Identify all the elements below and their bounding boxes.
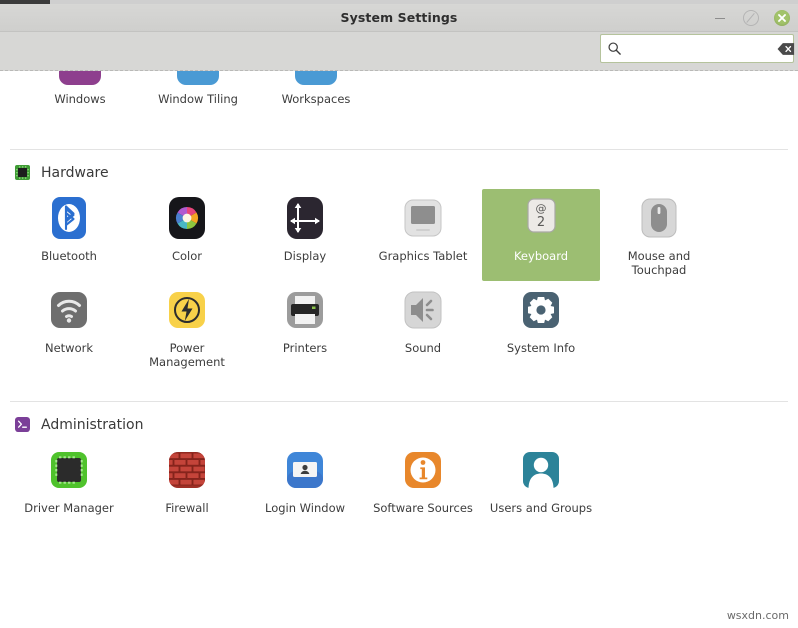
driver-manager-icon: [46, 447, 92, 493]
cutoff-icon-clip: [261, 71, 371, 85]
watermark: wsxdn.com: [726, 609, 789, 622]
system-info-icon: [518, 287, 564, 333]
cut-off-row: Windows Window Tiling Workspaces: [0, 71, 798, 119]
settings-item-label: Graphics Tablet: [378, 249, 468, 263]
firewall-icon: [164, 447, 210, 493]
settings-item-users-and-groups[interactable]: Users and Groups: [482, 441, 600, 519]
system-settings-window: System Settings Windows Window Tiling Wo…: [0, 4, 798, 628]
settings-item-label: Mouse and Touchpad: [627, 249, 691, 277]
app-icon: [177, 71, 219, 85]
section-title: Administration: [41, 416, 144, 433]
printer-icon: [282, 287, 328, 333]
settings-item-label: Printers: [282, 341, 328, 355]
sections-container: Hardware Bluetooth Color Display Graphic…: [0, 71, 798, 519]
display-icon: [282, 195, 328, 241]
settings-item-display[interactable]: Display: [246, 189, 364, 281]
settings-item-software-sources[interactable]: Software Sources: [364, 441, 482, 519]
svg-text:2: 2: [537, 215, 545, 230]
network-icon: [46, 287, 92, 333]
settings-item-label: Color: [171, 249, 203, 263]
window-controls: [712, 4, 790, 31]
section-title: Hardware: [41, 164, 109, 181]
chip-icon: [14, 164, 31, 181]
terminal-icon: [14, 416, 31, 433]
settings-item-network[interactable]: Network: [10, 281, 128, 373]
keyboard-icon: @ 2: [518, 195, 564, 241]
titlebar: System Settings: [0, 4, 798, 32]
section-header-hardware: Hardware: [0, 164, 798, 181]
close-icon: [778, 13, 786, 22]
cutoff-icon-clip: [143, 71, 253, 85]
settings-item-label: Sound: [404, 341, 442, 355]
toolbar: [0, 32, 798, 71]
app-icon: [59, 71, 101, 85]
settings-item-power-management[interactable]: Power Management: [128, 281, 246, 373]
settings-item-label: Firewall: [165, 501, 209, 515]
settings-item-sound[interactable]: Sound: [364, 281, 482, 373]
settings-item-label: Login Window: [264, 501, 346, 515]
settings-item-cutoff[interactable]: Windows: [25, 71, 135, 106]
app-icon: [295, 71, 337, 85]
settings-item-firewall[interactable]: Firewall: [128, 441, 246, 519]
section-header-administration: Administration: [0, 416, 798, 433]
settings-item-printers[interactable]: Printers: [246, 281, 364, 373]
color-icon: [164, 195, 210, 241]
sound-icon: [400, 287, 446, 333]
settings-item-graphics-tablet[interactable]: Graphics Tablet: [364, 189, 482, 281]
users-groups-icon: [518, 447, 564, 493]
settings-item-cutoff[interactable]: Window Tiling: [143, 71, 253, 106]
settings-item-bluetooth[interactable]: Bluetooth: [10, 189, 128, 281]
settings-item-keyboard[interactable]: @ 2 Keyboard: [482, 189, 600, 281]
settings-item-label: Power Management: [149, 341, 225, 369]
svg-text:@: @: [536, 202, 547, 215]
mouse-icon: [636, 195, 682, 241]
close-button[interactable]: [774, 9, 790, 26]
settings-item-login-window[interactable]: Login Window: [246, 441, 364, 519]
settings-item-color[interactable]: Color: [128, 189, 246, 281]
login-window-icon: [282, 447, 328, 493]
power-icon: [164, 287, 210, 333]
graphics-tablet-icon: [400, 195, 446, 241]
bluetooth-icon: [46, 195, 92, 241]
settings-item-label: Display: [283, 249, 327, 263]
settings-item-label: Windows: [54, 92, 106, 106]
settings-item-mouse-and-touchpad[interactable]: Mouse and Touchpad: [600, 189, 718, 281]
search-input[interactable]: [622, 38, 777, 59]
settings-item-label: Window Tiling: [158, 92, 238, 106]
settings-item-label: Keyboard: [513, 249, 569, 263]
section-grid-hardware: Bluetooth Color Display Graphics Tablet …: [0, 189, 798, 373]
section-divider: [10, 401, 788, 402]
cutoff-icon-clip: [25, 71, 135, 85]
settings-item-label: Bluetooth: [41, 249, 97, 263]
settings-content[interactable]: Windows Window Tiling Workspaces Hardware …: [0, 71, 798, 628]
maximize-button[interactable]: [743, 9, 759, 26]
settings-item-label: Users and Groups: [489, 501, 593, 515]
section-divider: [10, 149, 788, 150]
minimize-button[interactable]: [712, 10, 728, 26]
settings-item-label: Software Sources: [373, 501, 473, 515]
settings-item-label: Driver Manager: [24, 501, 114, 515]
section-grid-administration: Driver Manager Firewall Login Window Sof…: [0, 441, 798, 519]
clear-icon[interactable]: [777, 42, 795, 56]
settings-item-system-info[interactable]: System Info: [482, 281, 600, 373]
software-sources-icon: [400, 447, 446, 493]
search-box[interactable]: [600, 34, 795, 63]
settings-item-driver-manager[interactable]: Driver Manager: [10, 441, 128, 519]
search-icon: [608, 42, 621, 55]
settings-item-label: System Info: [506, 341, 576, 355]
settings-item-label: Workspaces: [281, 92, 351, 106]
settings-item-cutoff[interactable]: Workspaces: [261, 71, 371, 106]
window-title: System Settings: [340, 10, 458, 25]
settings-item-label: Network: [44, 341, 94, 355]
